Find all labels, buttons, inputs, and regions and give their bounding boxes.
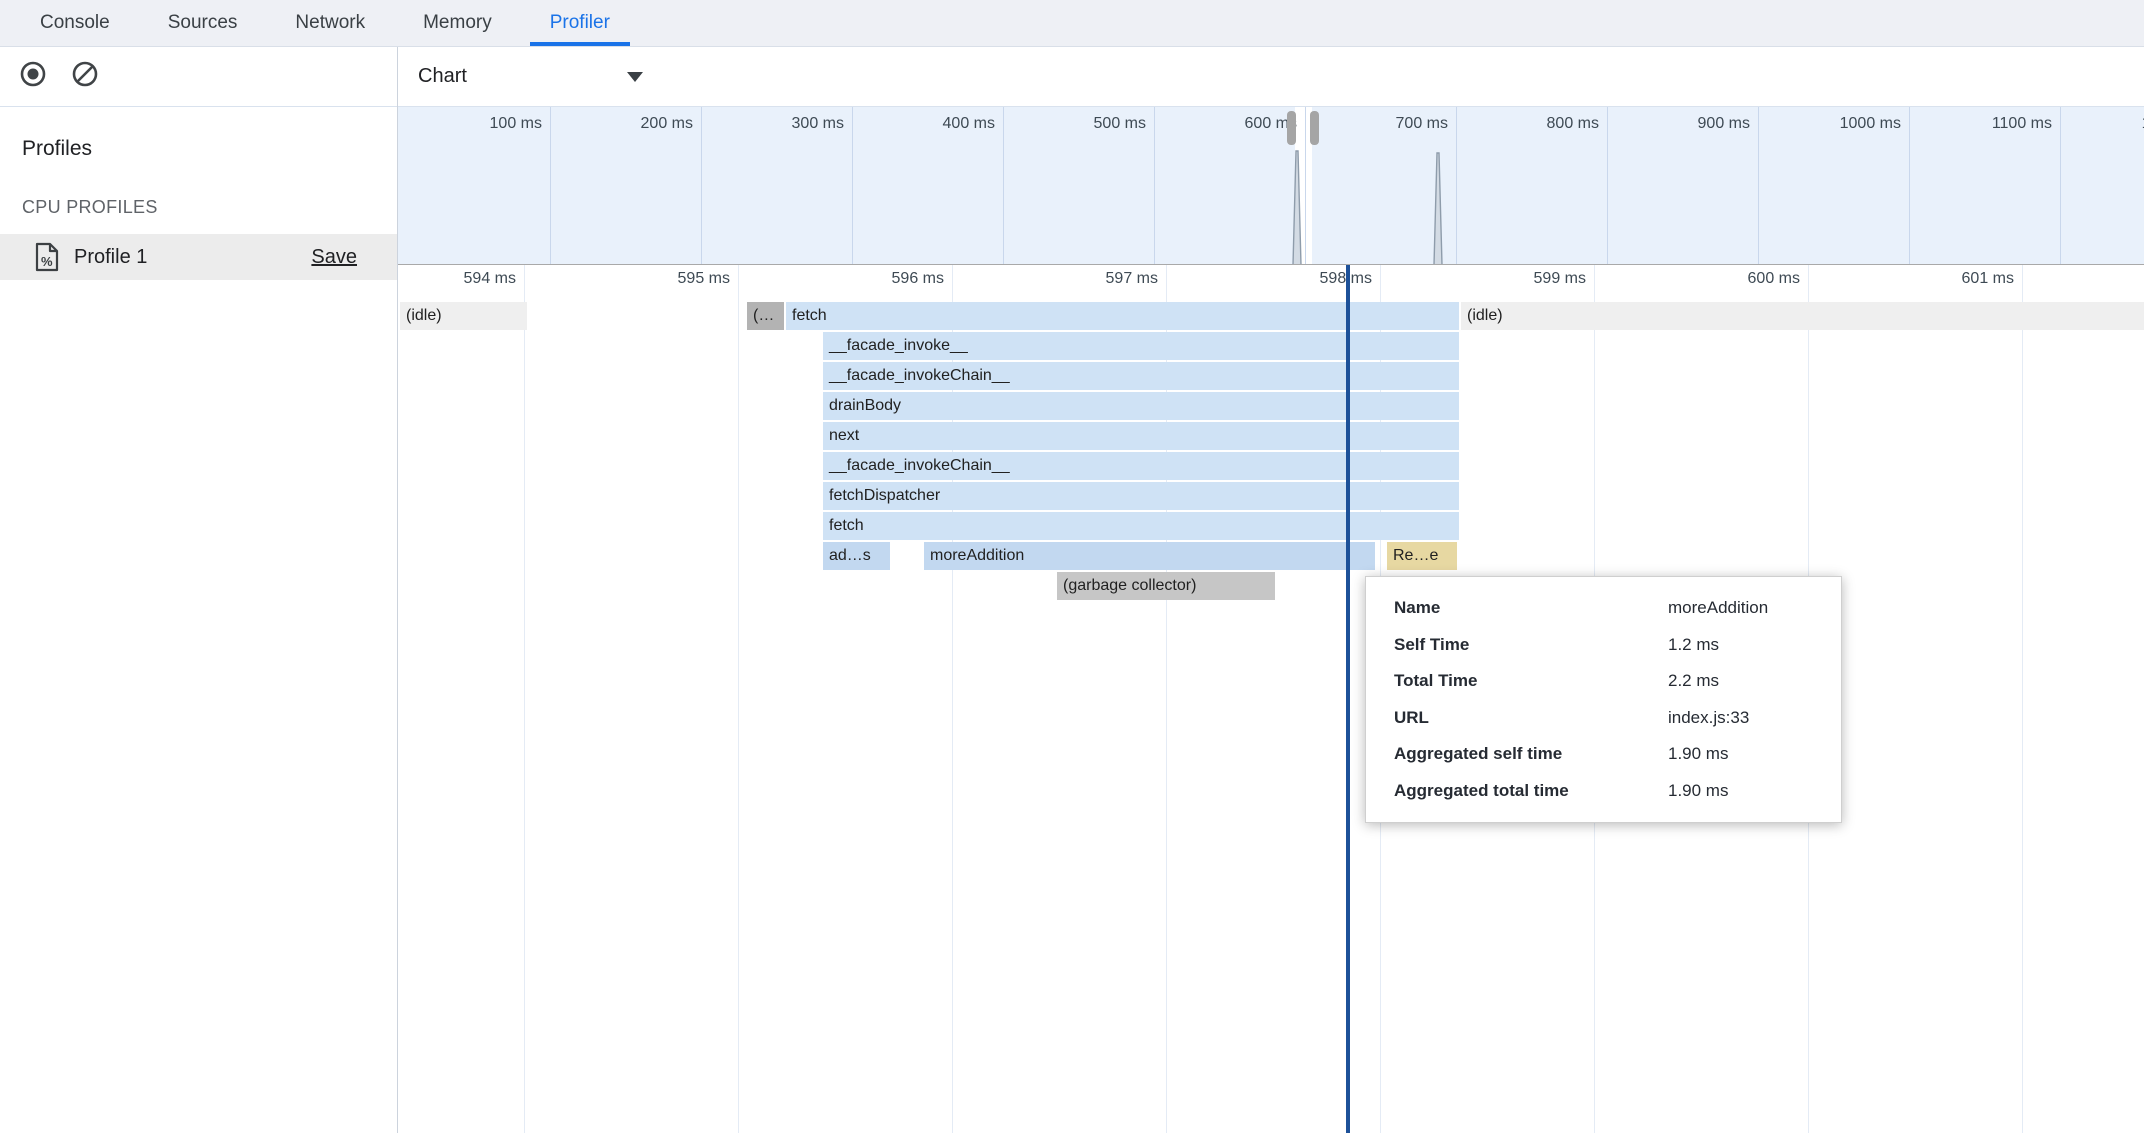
tooltip-row: Aggregated self time1.90 ms xyxy=(1394,736,1841,773)
view-mode-select[interactable]: Chart xyxy=(418,65,643,88)
tooltip-value: index.js:33 xyxy=(1668,700,1841,737)
flame-frame[interactable]: ad…s xyxy=(823,542,890,570)
tab-network[interactable]: Network xyxy=(295,0,365,46)
flame-frame[interactable]: drainBody xyxy=(823,392,1459,420)
profiler-main-panel: Chart 100 ms200 ms300 ms400 ms500 ms600 … xyxy=(398,47,2144,1133)
tab-profiler[interactable]: Profiler xyxy=(550,0,610,46)
flame-frame[interactable]: __facade_invoke__ xyxy=(823,332,1459,360)
tooltip-label: Self Time xyxy=(1394,627,1668,664)
tooltip-row: Aggregated total time1.90 ms xyxy=(1394,773,1841,810)
flame-frame[interactable]: next xyxy=(823,422,1459,450)
clear-profiles-button[interactable] xyxy=(70,62,100,92)
frame-details-tooltip: NamemoreAdditionSelf Time1.2 msTotal Tim… xyxy=(1365,576,1842,823)
profiles-heading: Profiles xyxy=(22,137,397,161)
sidebar-item-profile-1[interactable]: % Profile 1 Save xyxy=(0,234,397,280)
svg-text:%: % xyxy=(41,254,53,269)
tooltip-value: moreAddition xyxy=(1668,590,1841,627)
flame-frame[interactable]: fetchDispatcher xyxy=(823,482,1459,510)
flame-frame[interactable]: (idle) xyxy=(400,302,527,330)
flame-frame[interactable]: __facade_invokeChain__ xyxy=(823,362,1459,390)
view-mode-value: Chart xyxy=(418,65,467,88)
tooltip-label: URL xyxy=(1394,700,1668,737)
flame-frame[interactable]: __facade_invokeChain__ xyxy=(823,452,1459,480)
flame-frame[interactable]: Re…e xyxy=(1387,542,1457,570)
detail-tick-label: 599 ms xyxy=(1534,270,1586,288)
tab-memory[interactable]: Memory xyxy=(423,0,492,46)
detail-tick-label: 597 ms xyxy=(1106,270,1158,288)
playhead-marker-line[interactable] xyxy=(1346,265,1350,1133)
selection-handle-left[interactable] xyxy=(1287,111,1296,145)
tooltip-value: 2.2 ms xyxy=(1668,663,1841,700)
tooltip-label: Total Time xyxy=(1394,663,1668,700)
detail-tick-label: 594 ms xyxy=(464,270,516,288)
profile-name: Profile 1 xyxy=(74,246,147,269)
tooltip-label: Name xyxy=(1394,590,1668,627)
tooltip-row: URLindex.js:33 xyxy=(1394,700,1841,737)
tooltip-row: Self Time1.2 ms xyxy=(1394,627,1841,664)
profile-document-icon: % xyxy=(34,242,60,272)
clear-icon xyxy=(71,60,99,93)
view-toolbar: Chart xyxy=(398,47,2144,107)
flame-frame[interactable]: fetch xyxy=(786,302,1459,330)
devtools-tab-bar: Console Sources Network Memory Profiler xyxy=(0,0,2144,47)
flame-frame[interactable]: moreAddition xyxy=(924,542,1375,570)
detail-tick-label: 596 ms xyxy=(892,270,944,288)
detail-tick-label: 595 ms xyxy=(678,270,730,288)
tooltip-value: 1.2 ms xyxy=(1668,627,1841,664)
cpu-profiles-section-heading: CPU PROFILES xyxy=(22,197,397,218)
tab-sources[interactable]: Sources xyxy=(168,0,238,46)
tab-console[interactable]: Console xyxy=(40,0,110,46)
profiles-sidebar: Profiles CPU PROFILES % Profile 1 Save xyxy=(0,47,398,1133)
tooltip-value: 1.90 ms xyxy=(1668,736,1841,773)
cpu-activity-spikes xyxy=(398,107,2144,265)
save-profile-link[interactable]: Save xyxy=(311,246,357,269)
record-icon xyxy=(19,60,47,93)
content-split: Profiles CPU PROFILES % Profile 1 Save C… xyxy=(0,47,2144,1133)
flame-chart[interactable]: 594 ms595 ms596 ms597 ms598 ms599 ms600 … xyxy=(398,265,2144,1133)
tooltip-label: Aggregated total time xyxy=(1394,773,1668,810)
timeline-overview[interactable]: 100 ms200 ms300 ms400 ms500 ms600 ms700 … xyxy=(398,107,2144,265)
tooltip-value: 1.90 ms xyxy=(1668,773,1841,810)
chevron-down-icon xyxy=(627,72,643,82)
flame-frame[interactable]: (idle) xyxy=(1461,302,2144,330)
flame-frame[interactable]: fetch xyxy=(823,512,1459,540)
tooltip-label: Aggregated self time xyxy=(1394,736,1668,773)
detail-gridline xyxy=(738,265,739,1133)
detail-tick-label: 601 ms xyxy=(1962,270,2014,288)
selection-handle-right[interactable] xyxy=(1310,111,1319,145)
flame-frame[interactable]: (… xyxy=(747,302,784,330)
detail-gridline xyxy=(2022,265,2023,1133)
tooltip-row: NamemoreAddition xyxy=(1394,590,1841,627)
profiler-controls-toolbar xyxy=(0,47,397,107)
flame-frame[interactable]: (garbage collector) xyxy=(1057,572,1275,600)
tooltip-row: Total Time2.2 ms xyxy=(1394,663,1841,700)
detail-gridline xyxy=(524,265,525,1133)
detail-tick-label: 600 ms xyxy=(1748,270,1800,288)
record-profile-button[interactable] xyxy=(18,62,48,92)
